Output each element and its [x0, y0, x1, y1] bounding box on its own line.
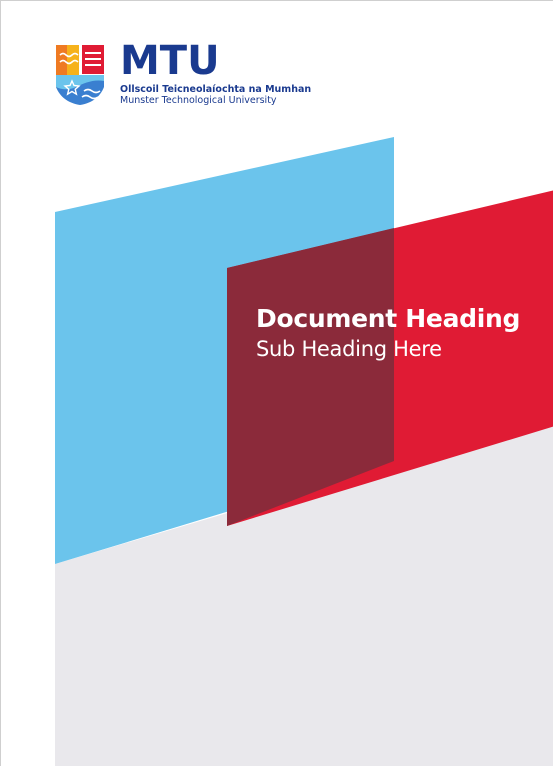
document-heading: Document Heading — [256, 304, 521, 333]
document-subheading: Sub Heading Here — [256, 337, 442, 361]
logo-irish-name: Ollscoil Teicneolaíochta na Mumhan — [120, 84, 312, 95]
mtu-logo: MTU Ollscoil Teicneolaíochta na Mumhan M… — [54, 41, 311, 121]
cover-heading-block: Document Heading Sub Heading Here — [256, 303, 520, 363]
logo-wordmark: MTU — [120, 38, 220, 84]
mtu-crest-icon — [56, 45, 104, 105]
logo-text: MTU Ollscoil Teicneolaíochta na Mumhan M… — [120, 41, 311, 106]
logo-english-name: Munster Technological University — [120, 95, 277, 106]
document-cover-page: MTU Ollscoil Teicneolaíochta na Mumhan M… — [0, 0, 553, 766]
